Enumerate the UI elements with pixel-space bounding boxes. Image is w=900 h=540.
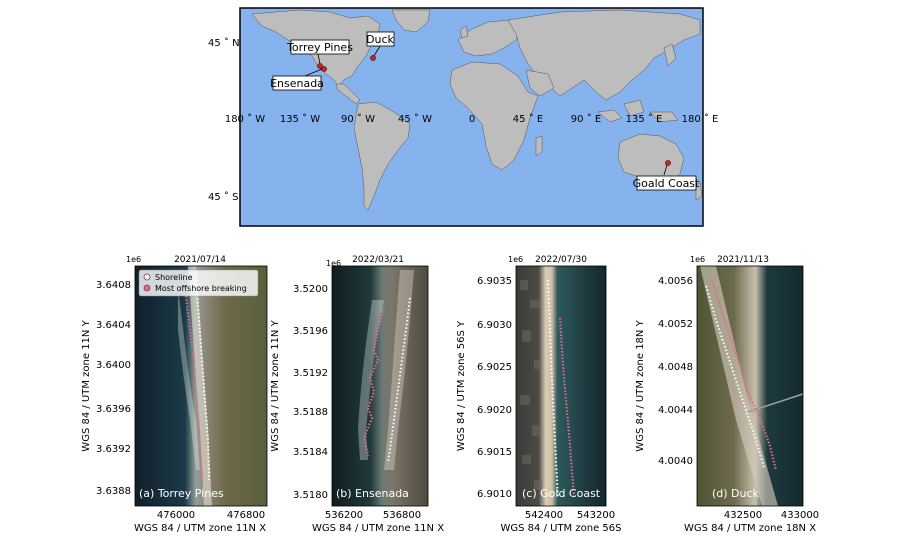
panel-c-ytick: 6.9030: [477, 320, 512, 331]
panel-c-xtick: 543200: [577, 510, 615, 521]
panel-a-ylabel: WGS 84 / UTM zone 11N Y: [81, 319, 92, 451]
panel-a-date: 2021/07/14: [174, 255, 226, 265]
panel-b-xtick: 536800: [383, 510, 421, 521]
legend: Shoreline Most offshore breaking: [138, 269, 259, 297]
lon-label-90e: 90 ˚ E: [571, 113, 601, 125]
panel-duck: 2021/11/13 1e6 (d) Duck 4.0056 4.0052 4.…: [635, 255, 819, 534]
panel-gold-coast: 2022/07/30 1e6 (c) Gold Coast 6.9035 6.9…: [456, 255, 621, 534]
site-label-torrey-pines: Torrey Pines: [286, 41, 353, 54]
panel-a-label: (a) Torrey Pines: [139, 487, 224, 500]
legend-shoreline-marker: [143, 273, 151, 281]
panel-d-xtick: 433000: [781, 510, 819, 521]
marker-ensenada: [321, 66, 327, 72]
site-label-gold-coast: Goald Coast: [633, 177, 700, 190]
panel-c-ytick: 6.9020: [477, 405, 512, 416]
panel-c-date: 2022/07/30: [535, 255, 587, 265]
panel-d-xlabel: WGS 84 / UTM zone 18N X: [684, 523, 816, 534]
legend-shoreline-label: Shoreline: [155, 273, 193, 282]
panel-c-xticks: 542400 543200: [525, 510, 615, 521]
panel-c-ytick: 6.9015: [477, 447, 512, 458]
panel-c-label: (c) Gold Coast: [522, 487, 601, 500]
lon-label-45w: 45 ˚ W: [398, 113, 432, 125]
panel-c-satellite-image: [516, 266, 606, 506]
panel-c-yticks: 6.9035 6.9030 6.9025 6.9020 6.9015 6.901…: [477, 276, 512, 500]
site-label-ensenada: Ensenada: [270, 77, 324, 90]
panel-a-xticks: 476000 476800: [157, 510, 265, 521]
panel-a-ytick: 3.6392: [96, 444, 131, 455]
marker-duck: [370, 55, 376, 61]
panel-b-ytick: 3.5184: [293, 447, 328, 458]
legend-breaking-label: Most offshore breaking: [155, 284, 247, 293]
panel-b-ytick: 3.5188: [293, 407, 328, 418]
panel-a-ytick: 3.6388: [96, 486, 131, 497]
panel-b-xtick: 536200: [325, 510, 363, 521]
panel-d-ytick: 4.0040: [658, 456, 693, 467]
panel-a-yticks: 3.6408 3.6404 3.6400 3.6396 3.6392 3.638…: [96, 280, 131, 497]
panel-d-ytick: 4.0052: [658, 319, 693, 330]
panel-a-ytick: 3.6400: [96, 360, 131, 371]
panel-d-exponent: 1e6: [690, 255, 705, 264]
panel-a-xtick: 476000: [157, 510, 195, 521]
panel-a-ytick: 3.6404: [96, 320, 131, 331]
panel-b-ytick: 3.5180: [293, 490, 328, 501]
lon-label-180e: 180 ˚ E: [682, 113, 719, 125]
lon-label-45e: 45 ˚ E: [513, 113, 543, 125]
panel-b-ytick: 3.5196: [293, 326, 328, 337]
world-map: 45 ˚ N 45 ˚ S 180 ˚ W 135 ˚ W 90 ˚ W 45 …: [208, 7, 719, 227]
panel-b-yticks: 3.5200 3.5196 3.5192 3.5188 3.5184 3.518…: [293, 284, 328, 501]
panel-b-date: 2022/03/21: [352, 255, 404, 265]
panel-b-ytick: 3.5192: [293, 368, 328, 379]
panel-b-xticks: 536200 536800: [325, 510, 421, 521]
panel-torrey-pines: 2021/07/14 1e6 Shoreline Most offshore b…: [81, 255, 268, 534]
panel-c-ytick: 6.9035: [477, 276, 512, 287]
lon-label-135e: 135 ˚ E: [626, 113, 663, 125]
panel-a-ytick: 3.6396: [96, 404, 131, 415]
panel-c-ytick: 6.9010: [477, 489, 512, 500]
panel-d-yticks: 4.0056 4.0052 4.0048 4.0044 4.0040: [658, 276, 693, 467]
lat-label-45s: 45 ˚ S: [208, 191, 238, 203]
panel-d-date: 2021/11/13: [717, 255, 769, 265]
panel-c-ylabel: WGS 84 / UTM zone 56S Y: [456, 320, 467, 451]
panel-d-ytick: 4.0056: [658, 276, 693, 287]
panel-c-xtick: 542400: [525, 510, 563, 521]
marker-gold-coast: [665, 160, 671, 166]
lon-label-135w: 135 ˚ W: [280, 113, 320, 125]
panel-c-xlabel: WGS 84 / UTM zone 56S: [501, 523, 622, 534]
panel-b-ytick: 3.5200: [293, 284, 328, 295]
panel-d-xtick: 432500: [724, 510, 762, 521]
lon-label-0: 0: [469, 114, 475, 125]
site-label-duck: Duck: [366, 33, 394, 46]
panel-a-ytick: 3.6408: [96, 280, 131, 291]
panel-c-exponent: 1e6: [508, 255, 523, 264]
panel-ensenada: 2022/03/21 1e6 (b) Ensenada 3.5200 3.519…: [270, 255, 444, 534]
lon-label-90w: 90 ˚ W: [341, 113, 375, 125]
panel-d-ylabel: WGS 84 / UTM zone 18N Y: [635, 319, 646, 451]
panel-b-xlabel: WGS 84 / UTM zone 11N X: [312, 523, 444, 534]
panel-a-xtick: 476800: [227, 510, 265, 521]
panel-d-label: (d) Duck: [712, 487, 760, 500]
panel-c-ytick: 6.9025: [477, 362, 512, 373]
panel-a-exponent: 1e6: [126, 255, 141, 264]
panel-d-ytick: 4.0048: [658, 362, 693, 373]
panel-d-xticks: 432500 433000: [724, 510, 819, 521]
panel-a-xlabel: WGS 84 / UTM zone 11N X: [134, 523, 266, 534]
figure: 45 ˚ N 45 ˚ S 180 ˚ W 135 ˚ W 90 ˚ W 45 …: [81, 7, 819, 534]
lon-label-180w: 180 ˚ W: [225, 113, 265, 125]
panel-b-ylabel: WGS 84 / UTM zone 11N Y: [270, 319, 281, 451]
legend-breaking-marker: [143, 284, 151, 292]
panel-b-label: (b) Ensenada: [336, 487, 409, 500]
lat-label-45n: 45 ˚ N: [208, 37, 240, 49]
lon-labels: 180 ˚ W 135 ˚ W 90 ˚ W 45 ˚ W 0 45 ˚ E 9…: [225, 113, 719, 125]
panel-d-ytick: 4.0044: [658, 405, 693, 416]
